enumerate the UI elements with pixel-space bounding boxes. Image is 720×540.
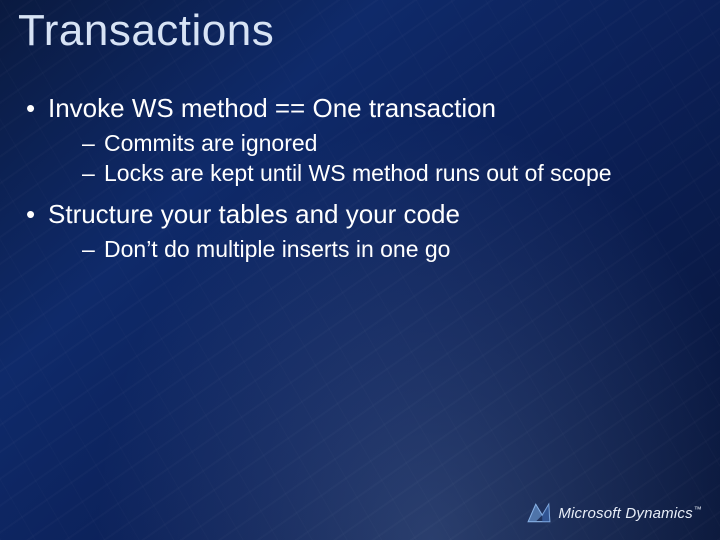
- bullet-text: Don’t do multiple inserts in one go: [104, 236, 450, 262]
- bullet-text: Locks are kept until WS method runs out …: [104, 160, 612, 186]
- slide: Transactions Invoke WS method == One tra…: [0, 0, 720, 540]
- brand-name: Microsoft Dynamics: [558, 505, 692, 522]
- trademark-symbol: ™: [694, 505, 702, 514]
- list-item: Structure your tables and your code Don’…: [20, 198, 700, 263]
- sub-bullet-list: Commits are ignored Locks are kept until…: [48, 129, 700, 189]
- footer-brand-text: Microsoft Dynamics™: [558, 505, 702, 522]
- list-item: Commits are ignored: [48, 129, 700, 158]
- bullet-list: Invoke WS method == One transaction Comm…: [20, 92, 700, 263]
- slide-title: Transactions: [18, 6, 274, 56]
- list-item: Locks are kept until WS method runs out …: [48, 159, 700, 188]
- dynamics-logo-icon: [526, 500, 552, 526]
- sub-bullet-list: Don’t do multiple inserts in one go: [48, 235, 700, 264]
- bullet-text: Commits are ignored: [104, 130, 317, 156]
- bullet-text: Invoke WS method == One transaction: [48, 93, 496, 123]
- list-item: Don’t do multiple inserts in one go: [48, 235, 700, 264]
- footer-logo: Microsoft Dynamics™: [526, 500, 702, 526]
- slide-content: Invoke WS method == One transaction Comm…: [20, 92, 700, 273]
- bullet-text: Structure your tables and your code: [48, 199, 460, 229]
- list-item: Invoke WS method == One transaction Comm…: [20, 92, 700, 188]
